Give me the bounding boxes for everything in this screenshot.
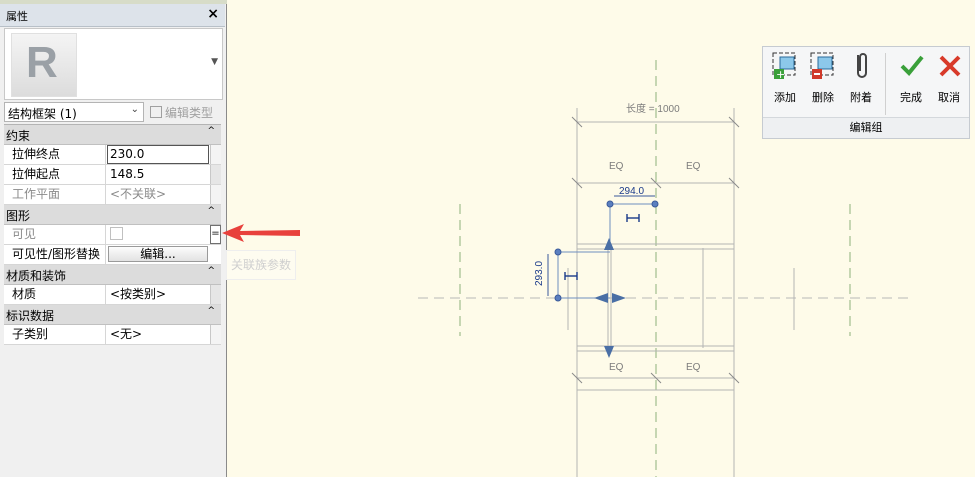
collapse-icon[interactable]: ^ bbox=[207, 126, 215, 136]
cancel-x-icon bbox=[935, 51, 963, 81]
subcategory-value[interactable]: <无> bbox=[107, 325, 209, 344]
revit-logo-icon: R bbox=[11, 33, 77, 97]
visible-checkbox-cell[interactable] bbox=[107, 225, 209, 244]
property-name: 材质 bbox=[4, 285, 106, 304]
collapse-icon[interactable]: ^ bbox=[207, 266, 215, 276]
grip-point[interactable] bbox=[554, 248, 562, 256]
category-label: 约束 bbox=[6, 129, 31, 143]
eq-label[interactable]: EQ bbox=[686, 161, 700, 172]
length-dimension-label[interactable]: 长度 = 1000 bbox=[626, 100, 680, 115]
associate-parameter-tooltip: 关联族参数 bbox=[226, 250, 297, 280]
add-button[interactable]: + 添加 bbox=[767, 51, 803, 105]
width-dimension-value[interactable]: 294.0 bbox=[619, 186, 644, 197]
properties-title: 属性 bbox=[6, 10, 28, 23]
category-label: 图形 bbox=[6, 209, 31, 223]
grip-point[interactable] bbox=[651, 200, 659, 208]
visible-checkbox[interactable] bbox=[110, 227, 123, 240]
check-icon bbox=[897, 51, 925, 81]
add-to-group-icon: + bbox=[771, 51, 799, 81]
close-icon[interactable]: × bbox=[207, 6, 219, 22]
edit-type-label: 编辑类型 bbox=[165, 106, 214, 120]
shape-handle-left[interactable] bbox=[594, 293, 608, 303]
remove-button[interactable]: 删除 bbox=[805, 51, 841, 105]
shape-handle-down[interactable] bbox=[604, 346, 614, 358]
visibility-edit-button[interactable]: 编辑... bbox=[108, 246, 208, 262]
category-identity[interactable]: 标识数据 ^ bbox=[4, 305, 221, 325]
edit-type-icon bbox=[150, 106, 162, 118]
type-selector-value: 结构框架 (1) bbox=[8, 107, 77, 121]
property-row[interactable]: 拉伸起点 148.5 bbox=[4, 165, 221, 185]
category-materials[interactable]: 材质和装饰 ^ bbox=[4, 265, 221, 285]
property-row[interactable]: 可见 = bbox=[4, 225, 221, 245]
attach-button-label: 附着 bbox=[850, 91, 872, 104]
eq-label[interactable]: EQ bbox=[686, 362, 700, 373]
chevron-down-icon: ⌄ bbox=[130, 104, 139, 115]
property-name: 可见性/图形替换 bbox=[4, 245, 106, 264]
material-value[interactable]: <按类别> bbox=[107, 285, 209, 304]
scrollbar-thumb[interactable] bbox=[210, 165, 221, 184]
property-row: 工作平面 <不关联> bbox=[4, 185, 221, 205]
property-name: 可见 bbox=[4, 225, 106, 244]
type-preview[interactable]: R ▼ bbox=[4, 28, 223, 100]
collapse-icon[interactable]: ^ bbox=[207, 206, 215, 216]
scrollbar-thumb[interactable] bbox=[210, 285, 221, 304]
collapse-icon[interactable]: ^ bbox=[207, 306, 215, 316]
property-row[interactable]: 可见性/图形替换 编辑... bbox=[4, 245, 221, 265]
properties-grid: 约束 ^ 拉伸终点 230.0 拉伸起点 148.5 工作平面 <不关联> 图形… bbox=[4, 124, 221, 345]
property-row[interactable]: 材质 <按类别> bbox=[4, 285, 221, 305]
chevron-down-icon[interactable]: ▼ bbox=[211, 57, 218, 67]
finish-button-label: 完成 bbox=[900, 91, 922, 104]
edit-group-ribbon-panel: + 添加 删除 附着 完成 取消 编辑组 bbox=[762, 46, 970, 139]
extrusion-start-input[interactable]: 148.5 bbox=[107, 165, 209, 184]
grip-point[interactable] bbox=[606, 200, 614, 208]
property-name: 拉伸起点 bbox=[4, 165, 106, 184]
property-name: 子类别 bbox=[4, 325, 106, 344]
edit-group-label: 编辑组 bbox=[763, 117, 969, 138]
ribbon-separator bbox=[885, 53, 886, 115]
height-dimension-value[interactable]: 293.0 bbox=[534, 261, 545, 286]
svg-text:+: + bbox=[776, 68, 785, 81]
properties-panel: 属性 × R ▼ 结构框架 (1) ⌄ 编辑类型 约束 ^ 拉伸终点 230.0… bbox=[0, 0, 227, 477]
type-selector-dropdown[interactable]: 结构框架 (1) ⌄ bbox=[4, 102, 144, 122]
grip-point[interactable] bbox=[554, 294, 562, 302]
eq-label[interactable]: EQ bbox=[609, 161, 623, 172]
category-label: 标识数据 bbox=[6, 309, 55, 323]
paperclip-icon bbox=[847, 51, 875, 81]
add-button-label: 添加 bbox=[774, 91, 796, 104]
attach-button[interactable]: 附着 bbox=[843, 51, 879, 105]
property-name: 工作平面 bbox=[4, 185, 106, 204]
category-graphics[interactable]: 图形 ^ bbox=[4, 205, 221, 225]
finish-button[interactable]: 完成 bbox=[893, 51, 929, 105]
remove-button-label: 删除 bbox=[812, 91, 834, 104]
shape-handle-right[interactable] bbox=[612, 293, 626, 303]
cancel-button[interactable]: 取消 bbox=[931, 51, 967, 105]
category-constraints[interactable]: 约束 ^ bbox=[4, 125, 221, 145]
remove-from-group-icon bbox=[809, 51, 837, 81]
scrollbar-track[interactable] bbox=[210, 145, 221, 164]
property-row[interactable]: 拉伸终点 230.0 bbox=[4, 145, 221, 165]
properties-titlebar: 属性 × bbox=[0, 4, 225, 27]
eq-label[interactable]: EQ bbox=[609, 362, 623, 373]
edit-type-button[interactable]: 编辑类型 bbox=[150, 104, 213, 121]
work-plane-value: <不关联> bbox=[110, 187, 167, 201]
scrollbar-track[interactable] bbox=[210, 325, 221, 344]
extrusion-end-input[interactable]: 230.0 bbox=[107, 145, 209, 164]
property-name: 拉伸终点 bbox=[4, 145, 106, 164]
category-label: 材质和装饰 bbox=[6, 269, 67, 283]
property-row[interactable]: 子类别 <无> bbox=[4, 325, 221, 345]
cancel-button-label: 取消 bbox=[938, 91, 960, 104]
scrollbar-track[interactable] bbox=[210, 185, 221, 204]
red-arrow-annotation bbox=[222, 224, 300, 242]
